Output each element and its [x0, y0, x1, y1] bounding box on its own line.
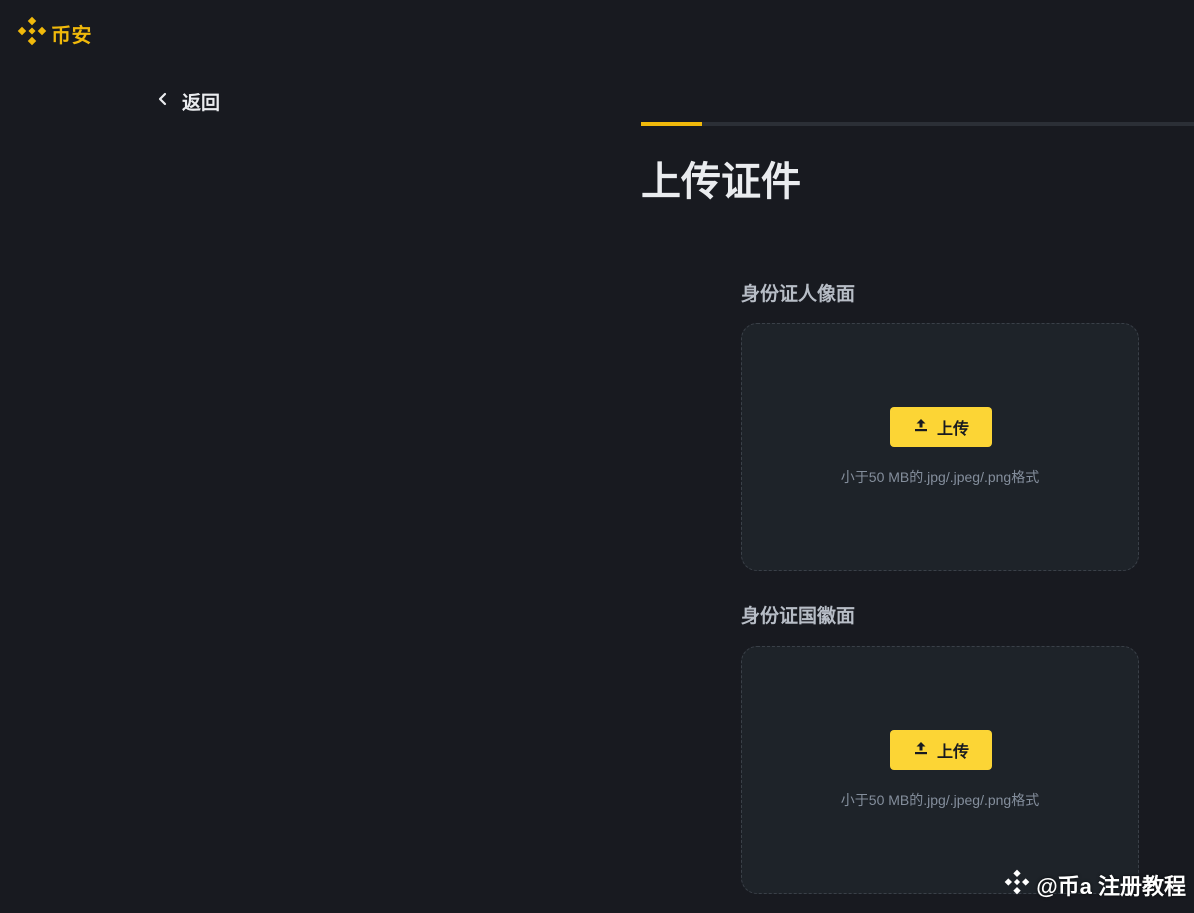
page-title: 上传证件	[641, 160, 801, 204]
progress-bar	[641, 122, 1194, 126]
chevron-left-icon	[156, 92, 170, 111]
watermark: @币a 注册教程	[1004, 869, 1186, 901]
front-side-upload-button[interactable]: 上传	[890, 407, 992, 447]
logo-text: 币安	[51, 24, 92, 47]
upload-button-label: 上传	[936, 744, 969, 761]
back-button[interactable]: 返回	[156, 86, 220, 116]
front-side-upload-area[interactable]: 上传 小于50 MB的.jpg/.jpeg/.png格式	[741, 323, 1139, 571]
progress-bar-fill	[641, 122, 702, 126]
binance-logo-icon	[17, 16, 47, 51]
watermark-logo-icon	[1004, 869, 1030, 901]
upload-icon	[913, 740, 929, 761]
upload-button-label: 上传	[936, 421, 969, 438]
back-side-upload-button[interactable]: 上传	[890, 730, 992, 770]
watermark-text: @币a 注册教程	[1036, 874, 1186, 899]
binance-logo[interactable]: 币安	[17, 16, 92, 51]
back-side-upload-area[interactable]: 上传 小于50 MB的.jpg/.jpeg/.png格式	[741, 646, 1139, 894]
file-format-hint: 小于50 MB的.jpg/.jpeg/.png格式	[840, 792, 1040, 808]
back-side-label: 身份证国徽面	[741, 606, 856, 627]
back-label: 返回	[182, 92, 221, 114]
file-format-hint: 小于50 MB的.jpg/.jpeg/.png格式	[840, 469, 1040, 485]
upload-icon	[913, 417, 929, 438]
front-side-label: 身份证人像面	[741, 284, 856, 305]
